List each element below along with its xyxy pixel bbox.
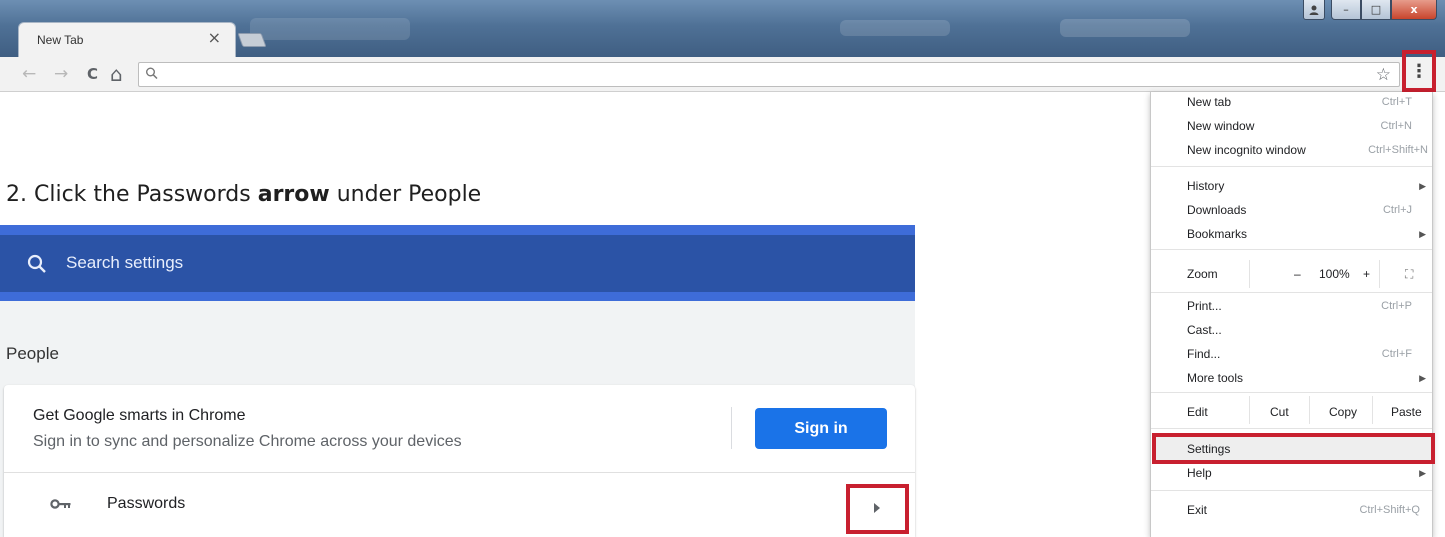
divider <box>731 407 732 449</box>
sign-in-promo-title: Get Google smarts in Chrome <box>33 407 246 424</box>
menu-separator <box>1151 249 1432 250</box>
key-icon <box>50 499 71 509</box>
copy-button[interactable]: Copy <box>1329 404 1357 420</box>
menu-item-history[interactable]: History <box>1187 178 1224 194</box>
submenu-arrow-icon: ▶ <box>1419 373 1426 383</box>
settings-page: Search settings People Get Google smarts… <box>0 225 915 537</box>
shortcut-print: Ctrl+P <box>1381 300 1412 312</box>
divider <box>1372 396 1373 424</box>
menu-item-print[interactable]: Print... <box>1187 298 1222 314</box>
menu-item-new-incognito[interactable]: New incognito window <box>1187 142 1306 158</box>
menu-separator <box>1151 428 1432 429</box>
menu-kebab-button[interactable]: ⋮ <box>1406 54 1432 88</box>
shortcut-new-incognito: Ctrl+Shift+N <box>1368 144 1428 156</box>
edit-row: Edit Cut Copy Paste <box>1151 396 1432 424</box>
zoom-row: Zoom – 100% + ⛶ <box>1151 260 1432 288</box>
maximize-button[interactable]: □ <box>1361 0 1391 20</box>
menu-item-find[interactable]: Find... <box>1187 346 1220 362</box>
edit-label: Edit <box>1187 405 1208 419</box>
instruction-bold: arrow <box>257 182 330 207</box>
divider <box>1379 260 1380 288</box>
people-card: Get Google smarts in Chrome Sign in to s… <box>4 385 915 537</box>
submenu-arrow-icon: ▶ <box>1419 229 1426 239</box>
divider <box>1249 260 1250 288</box>
blurred-background <box>250 18 410 40</box>
paste-button[interactable]: Paste <box>1391 404 1422 420</box>
bookmark-star-icon[interactable]: ☆ <box>1376 64 1391 86</box>
tab-new-tab[interactable]: New Tab × <box>18 22 236 58</box>
menu-separator <box>1151 392 1432 393</box>
browser-chrome: New Tab × – □ x ← → C ⌂ ☆ ⋮ <box>0 0 1445 92</box>
menu-item-new-window[interactable]: New window <box>1187 118 1254 134</box>
menu-separator <box>1151 292 1432 293</box>
title-bar: New Tab × – □ x <box>0 0 1445 58</box>
passwords-arrow-highlight[interactable] <box>846 484 909 534</box>
close-window-button[interactable]: x <box>1391 0 1437 20</box>
tab-close-icon[interactable]: × <box>208 28 221 47</box>
menu-item-new-tab[interactable]: New tab <box>1187 94 1231 110</box>
zoom-label: Zoom <box>1187 267 1218 281</box>
search-bar-underline <box>0 292 915 301</box>
browser-toolbar: ← → C ⌂ ☆ <box>0 57 1445 92</box>
divider <box>1249 396 1250 424</box>
submenu-arrow-icon: ▶ <box>1419 468 1426 478</box>
address-bar[interactable]: ☆ <box>138 62 1400 87</box>
sign-in-button[interactable]: Sign in <box>755 408 887 449</box>
people-heading: People <box>6 344 59 363</box>
instruction-prefix: 2. Click the Passwords <box>6 182 258 207</box>
menu-item-help[interactable]: Help <box>1187 465 1212 481</box>
menu-button-highlight: ⋮ <box>1402 50 1436 92</box>
menu-item-downloads[interactable]: Downloads <box>1187 202 1246 218</box>
shortcut-downloads: Ctrl+J <box>1382 204 1412 216</box>
new-tab-button[interactable] <box>237 33 267 47</box>
menu-item-exit[interactable]: Exit <box>1187 502 1207 518</box>
sign-in-promo-subtitle: Sign in to sync and personalize Chrome a… <box>33 433 462 450</box>
menu-item-bookmarks[interactable]: Bookmarks <box>1187 226 1247 242</box>
settings-topbar <box>0 225 915 235</box>
chrome-main-menu: New tab Ctrl+T New window Ctrl+N New inc… <box>1150 92 1435 537</box>
submenu-arrow-icon: ▶ <box>1419 181 1426 191</box>
blurred-background <box>840 20 950 36</box>
menu-item-cast[interactable]: Cast... <box>1187 322 1222 338</box>
search-icon <box>146 67 158 80</box>
menu-separator <box>1151 166 1432 167</box>
home-icon[interactable]: ⌂ <box>110 63 123 85</box>
fullscreen-icon[interactable]: ⛶ <box>1405 266 1413 282</box>
zoom-out-button[interactable]: – <box>1294 266 1301 282</box>
zoom-in-button[interactable]: + <box>1363 266 1370 282</box>
settings-search-bar[interactable]: Search settings <box>0 235 915 292</box>
passwords-label[interactable]: Passwords <box>107 495 185 513</box>
window-controls: – □ x <box>1303 0 1437 22</box>
search-icon <box>27 254 46 273</box>
blurred-background <box>1060 19 1190 37</box>
chevron-right-icon <box>874 503 880 513</box>
menu-item-settings[interactable]: Settings <box>1187 441 1230 457</box>
shortcut-new-window: Ctrl+N <box>1380 120 1412 132</box>
divider <box>4 472 915 473</box>
instruction-text: 2. Click the Passwords arrow under Peopl… <box>6 182 481 207</box>
minimize-button[interactable]: – <box>1331 0 1361 20</box>
search-settings-placeholder: Search settings <box>66 253 184 272</box>
cut-button[interactable]: Cut <box>1270 404 1289 420</box>
forward-arrow-icon[interactable]: → <box>54 63 68 85</box>
zoom-level: 100% <box>1319 267 1350 281</box>
tab-title: New Tab <box>37 33 84 47</box>
menu-item-more-tools[interactable]: More tools <box>1187 370 1243 386</box>
shortcut-new-tab: Ctrl+T <box>1381 96 1412 108</box>
instruction-suffix: under People <box>329 182 482 207</box>
shortcut-find: Ctrl+F <box>1381 348 1412 360</box>
menu-separator <box>1151 490 1432 491</box>
profile-icon[interactable] <box>1303 0 1325 20</box>
back-arrow-icon[interactable]: ← <box>22 63 36 85</box>
shortcut-exit: Ctrl+Shift+Q <box>1359 504 1420 516</box>
reload-icon[interactable]: C <box>87 63 98 85</box>
divider <box>1309 396 1310 424</box>
